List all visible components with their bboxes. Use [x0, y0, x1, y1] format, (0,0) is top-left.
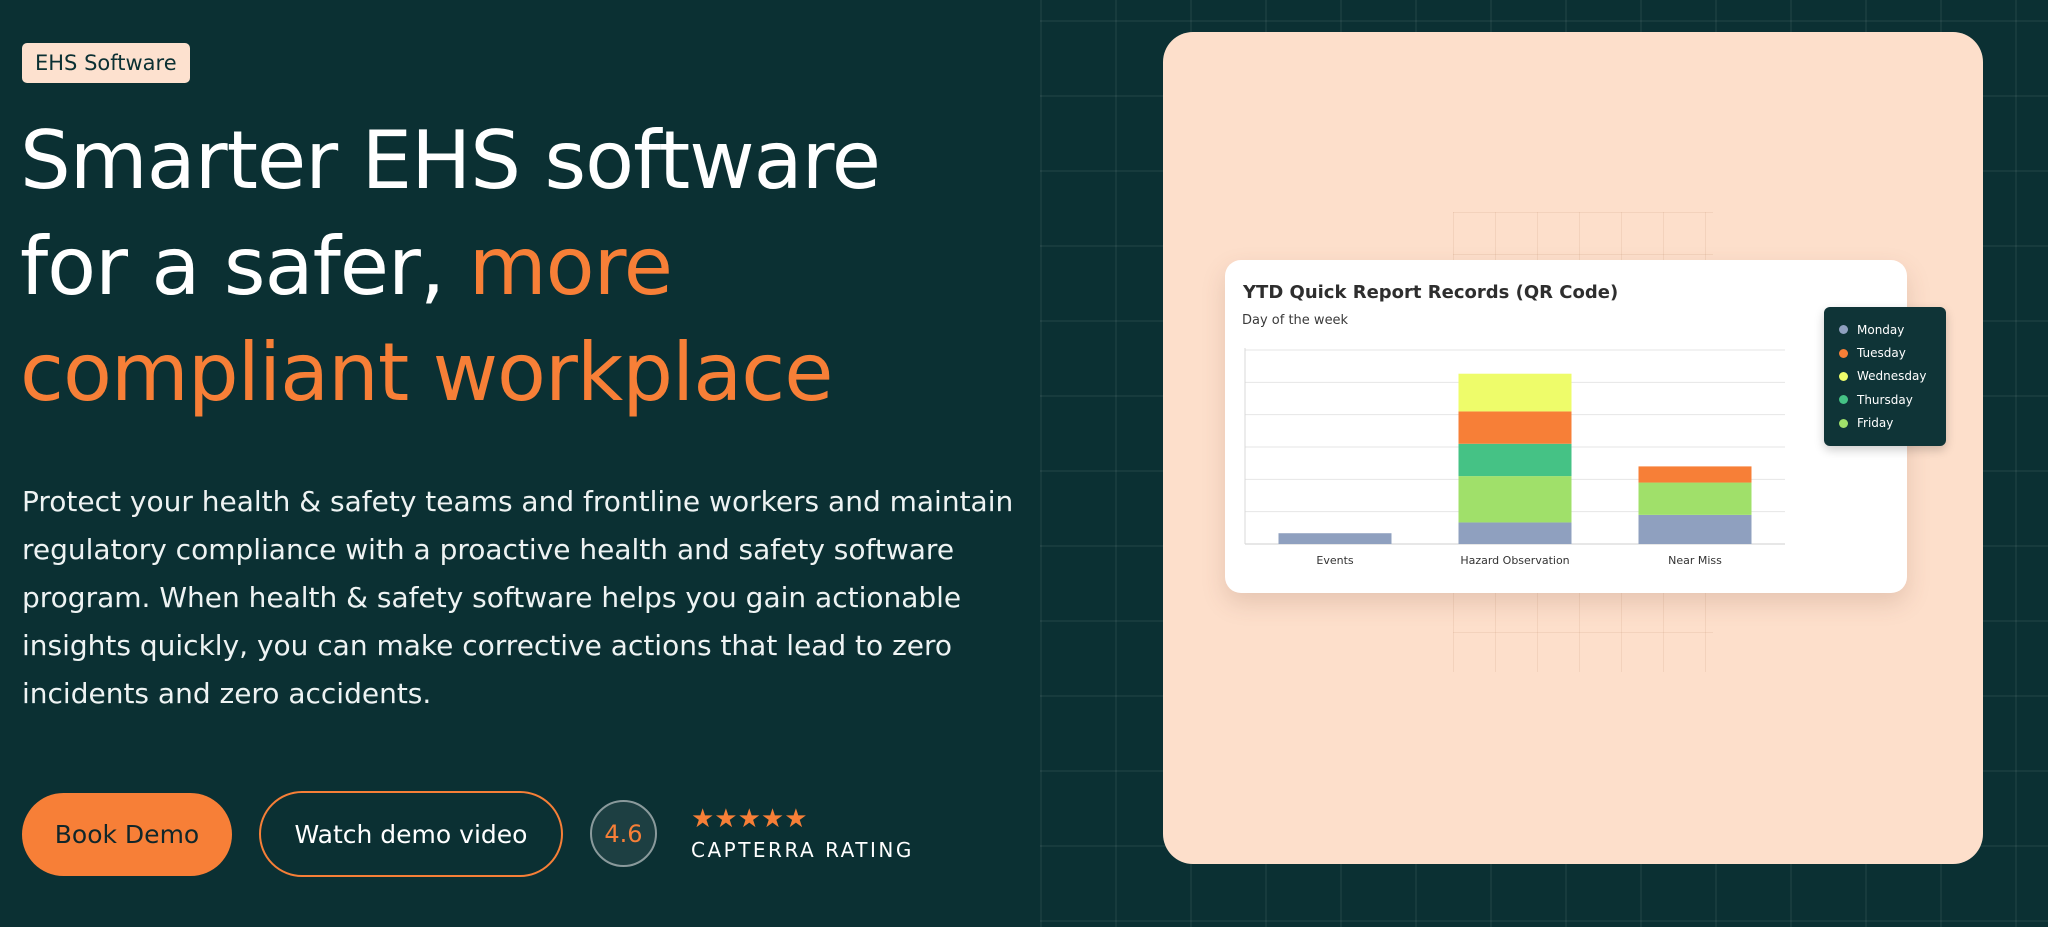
chart-subtitle: Day of the week [1242, 313, 1349, 328]
legend-label: Thursday [1857, 392, 1913, 407]
hero-description: Protect your health & safety teams and f… [22, 485, 1014, 710]
headline-accent-1: more [468, 220, 673, 313]
chart-title: YTD Quick Report Records (QR Code) [1243, 282, 1619, 303]
legend-dot-icon [1839, 418, 1848, 428]
bar-monday-near-miss [1638, 514, 1752, 544]
legend-item-thursday: Thursday [1839, 388, 1946, 411]
bar-tuesday-hazard-observation [1458, 411, 1572, 444]
legend-item-tuesday: Tuesday [1839, 341, 1946, 364]
category-badge: EHS Software [22, 43, 190, 83]
legend-dot-icon [1839, 325, 1848, 335]
bar-tuesday-near-miss [1638, 466, 1752, 483]
stacked-bar-chart: Events Hazard Observation Near Miss [1244, 348, 1785, 567]
bar-monday-hazard-observation [1458, 522, 1572, 544]
rating-score-badge: 4.6 [590, 800, 657, 867]
legend-dot-icon [1839, 348, 1848, 358]
bar-friday-hazard-observation [1458, 476, 1572, 523]
legend-item-wednesday: Wednesday [1839, 365, 1946, 388]
hero-headline: Smarter EHS software for a safer, more c… [20, 108, 1010, 426]
headline-accent-2: compliant workplace [20, 326, 833, 419]
legend-label: Monday [1857, 322, 1905, 337]
watch-demo-video-button[interactable]: Watch demo video [259, 791, 563, 877]
bar-thursday-hazard-observation [1458, 443, 1572, 477]
legend-label: Tuesday [1857, 346, 1906, 361]
capterra-rating-label: CAPTERRA RATING [691, 838, 914, 862]
bar-monday-events [1278, 533, 1392, 544]
book-demo-button[interactable]: Book Demo [22, 793, 232, 876]
x-tick-label: Near Miss [1668, 554, 1722, 567]
hero-image-panel: Events Hazard Observation Near Miss YTD Qu… [1163, 32, 1983, 864]
legend-dot-icon [1839, 371, 1848, 381]
chart-legend: Monday Tuesday Wednesday Thursday Friday [1824, 307, 1946, 446]
bar-friday-near-miss [1638, 482, 1752, 515]
chart-card: Events Hazard Observation Near Miss YTD Qu… [1225, 260, 1907, 593]
x-tick-label: Hazard Observation [1460, 554, 1569, 567]
star-rating-icon: ★★★★★ [691, 804, 808, 834]
legend-label: Friday [1857, 416, 1894, 431]
headline-line-1: Smarter EHS software [20, 114, 881, 207]
x-tick-label: Events [1316, 554, 1354, 567]
legend-label: Wednesday [1857, 369, 1927, 384]
legend-dot-icon [1839, 395, 1848, 405]
bar-wednesday-hazard-observation [1458, 373, 1572, 412]
legend-item-monday: Monday [1839, 318, 1946, 341]
headline-line-2: for a safer, [20, 220, 469, 313]
legend-item-friday: Friday [1839, 412, 1946, 435]
